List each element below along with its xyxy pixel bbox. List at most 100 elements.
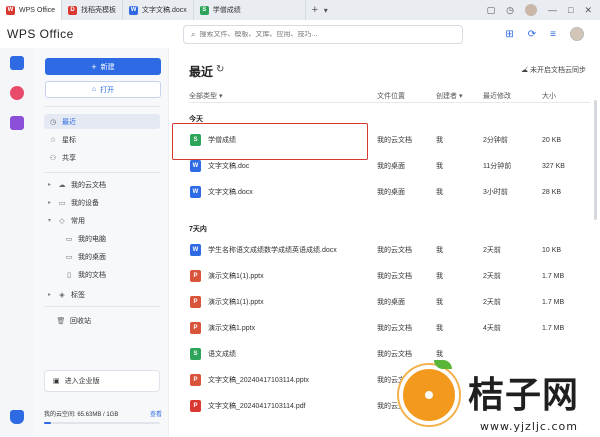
- file-type-icon: P: [190, 322, 201, 334]
- sidebar-item-label: 标签: [71, 291, 85, 299]
- sheet-icon: S: [199, 5, 209, 15]
- chevron-right-icon[interactable]: ▸: [48, 291, 55, 298]
- file-size: 1.7 MB: [542, 298, 565, 306]
- file-name: 文字文稿.docx: [208, 189, 253, 196]
- sidebar-item-label: 共享: [62, 154, 76, 162]
- cloud-sync-status[interactable]: ☁̸ 未开启文档云同步: [521, 65, 586, 75]
- close-icon[interactable]: ✕: [584, 5, 592, 16]
- search-input[interactable]: [199, 31, 450, 38]
- word-icon: W: [129, 5, 139, 15]
- maximize-icon[interactable]: □: [568, 5, 573, 15]
- storage-progress-fill: [44, 422, 52, 424]
- column-creator[interactable]: 创建者 ▾: [436, 91, 462, 101]
- sidebar-item-my-desktop[interactable]: ▭ 我的桌面: [34, 249, 169, 264]
- add-tab-icon[interactable]: +: [306, 4, 324, 16]
- sidebar-item-frequent[interactable]: ▾ ◇ 常用: [34, 213, 169, 228]
- search-box[interactable]: ⌕: [183, 25, 463, 44]
- file-type-icon: P: [190, 296, 201, 308]
- file-row[interactable]: P 演示文稿1.pptx 我的云文档 我 4天前 1.7 MB: [170, 316, 600, 340]
- sidebar-item-my-documents[interactable]: ▯ 我的文档: [34, 267, 169, 282]
- sidebar-item-trash[interactable]: 🗑 回收站: [34, 313, 169, 328]
- tab-template[interactable]: D 找稻壳模板: [62, 0, 124, 20]
- frequent-icon: ◇: [59, 217, 65, 225]
- column-type-filter[interactable]: 全部类型 ▾: [189, 91, 222, 101]
- open-button[interactable]: ⌂ 打开: [45, 81, 161, 98]
- minimize-icon[interactable]: —: [548, 5, 557, 15]
- tab-label: 学僧成绩: [212, 7, 241, 14]
- sidebar-item-devices[interactable]: ▸ ▭ 我的设备: [34, 195, 169, 210]
- column-label: 全部类型: [189, 93, 217, 100]
- chevron-right-icon[interactable]: ▸: [48, 199, 55, 206]
- orange-logo-icon: [399, 365, 459, 425]
- file-creator: 我: [436, 137, 443, 144]
- file-creator: 我: [436, 189, 443, 196]
- page-title: 最近: [189, 65, 214, 79]
- file-name: 语文成绩: [208, 351, 236, 358]
- sidebar-item-label: 回收站: [70, 317, 91, 325]
- file-type-icon: P: [190, 270, 201, 282]
- column-modified[interactable]: 最近修改: [483, 91, 511, 101]
- template-icon: D: [68, 5, 78, 15]
- storage-label: 我的云空间: 65.63MB / 1GB: [44, 412, 119, 418]
- cloud-sync-icon[interactable]: ⟳: [528, 29, 536, 40]
- tab-wps-office[interactable]: W WPS Office: [0, 0, 63, 20]
- file-type-icon: W: [190, 186, 201, 198]
- user-avatar[interactable]: [570, 27, 584, 41]
- tab-label: 找稻壳模板: [81, 7, 117, 14]
- file-type-icon: P: [190, 374, 201, 386]
- file-location: 我的云文档: [377, 137, 412, 144]
- docs-icon[interactable]: [10, 56, 24, 70]
- file-row[interactable]: P 演示文稿1(1).pptx 我的云文档 我 2天前 1.7 MB: [170, 264, 600, 288]
- chevron-right-icon[interactable]: ▸: [48, 181, 55, 188]
- sidebar-item-my-computer[interactable]: ▭ 我的电脑: [34, 231, 169, 246]
- sidebar-item-label: 我的桌面: [78, 253, 106, 261]
- sidebar-item-recent[interactable]: ◷ 最近: [44, 114, 160, 129]
- chevron-down-icon: ▾: [458, 93, 463, 100]
- desktop-icon: ▭: [65, 253, 73, 261]
- sidebar-item-cloud-docs[interactable]: ▸ ☁ 我的云文档: [34, 177, 169, 192]
- file-name: 文字文稿_20240417103114.pptx: [208, 377, 310, 384]
- cloud-off-icon: ☁̸: [521, 67, 530, 74]
- wps-logo-icon: W: [6, 5, 15, 15]
- refresh-icon[interactable]: ↻: [216, 64, 224, 75]
- device-icon: ▭: [58, 199, 66, 207]
- file-row[interactable]: W 学生名称语文成绩数学成绩英语成绩.docx 我的云文档 我 2天前 10 KB: [170, 238, 600, 262]
- app-rail: [0, 48, 34, 437]
- new-button[interactable]: + 新建: [45, 58, 161, 75]
- chevron-down-icon[interactable]: ▾: [48, 217, 55, 224]
- file-modified: 4天前: [483, 325, 501, 332]
- file-creator: 我: [436, 247, 443, 254]
- apps-icon[interactable]: [10, 116, 24, 130]
- enterprise-label: 进入企业版: [64, 378, 100, 385]
- avatar[interactable]: [525, 4, 538, 16]
- history-icon[interactable]: ◷: [506, 5, 514, 16]
- file-type-icon: W: [190, 160, 201, 172]
- share-icon: ⚇: [49, 154, 57, 162]
- enterprise-button[interactable]: ▣ 进入企业版: [44, 370, 160, 392]
- clock-icon: ◷: [49, 118, 57, 126]
- pdf-icon[interactable]: [10, 86, 24, 100]
- file-row[interactable]: W 文字文稿.docx 我的桌面 我 3小时前 28 KB: [170, 180, 600, 204]
- sidebar-item-starred[interactable]: ☆ 星标: [34, 132, 169, 147]
- grid-view-icon[interactable]: ⊞: [505, 29, 513, 40]
- scrollbar[interactable]: [594, 100, 597, 220]
- file-modified: 2天前: [483, 247, 501, 254]
- column-location[interactable]: 文件位置: [377, 91, 405, 101]
- window-restore-icon[interactable]: ▢: [487, 5, 496, 16]
- column-size[interactable]: 大小: [542, 91, 556, 101]
- file-modified: 2天前: [483, 273, 501, 280]
- sidebar-item-tags[interactable]: ▸ ◈ 标签: [34, 287, 169, 302]
- cloud-app-icon[interactable]: [10, 410, 24, 424]
- storage-view-link[interactable]: 查看: [150, 409, 162, 418]
- column-label: 创建者: [436, 93, 457, 100]
- tab-doc[interactable]: W 文字文稿.docx: [123, 0, 194, 20]
- sidebar-item-shared[interactable]: ⚇ 共享: [34, 150, 169, 165]
- chevron-down-icon[interactable]: ▾: [324, 6, 336, 15]
- sidebar: + 新建 ⌂ 打开 ◷ 最近 ☆ 星标 ⚇ 共享 ▸ ☁ 我的云文档 ▸ ▭ 我…: [34, 48, 169, 437]
- tab-sheet[interactable]: S 学僧成绩: [194, 0, 306, 20]
- file-type-icon: S: [190, 348, 201, 360]
- sidebar-item-label: 星标: [62, 136, 76, 144]
- sidebar-item-label: 我的设备: [71, 199, 99, 207]
- file-row[interactable]: P 演示文稿1(1).pptx 我的桌面 我 2天前 1.7 MB: [170, 290, 600, 314]
- menu-icon[interactable]: ≡: [550, 29, 556, 40]
